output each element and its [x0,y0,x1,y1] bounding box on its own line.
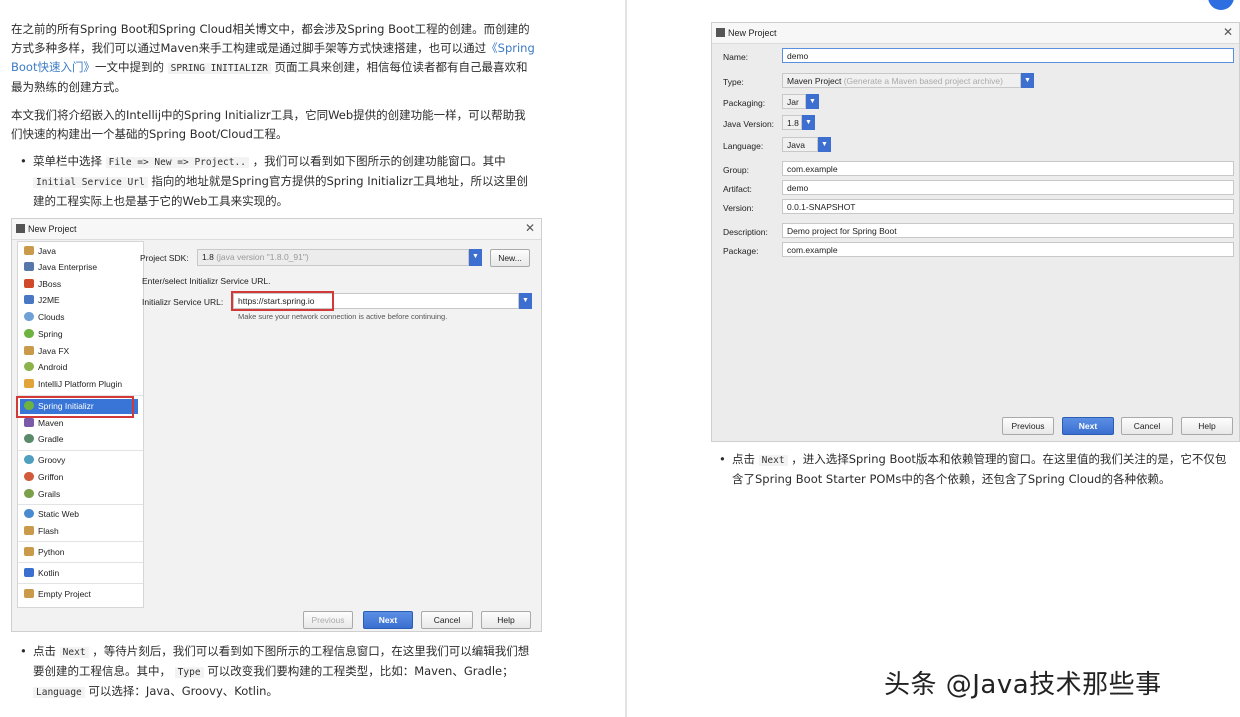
list-item-kotlin[interactable]: Kotlin [20,566,138,581]
chevron-down-icon[interactable]: ▼ [802,115,815,130]
maven-icon [24,418,34,427]
folder-icon [24,246,34,255]
plugin-icon [24,379,34,388]
previous-button[interactable]: Previous [1002,417,1054,435]
dialog-titlebar: New Project ✕ [12,219,541,240]
menu-path-code: File => New => Project.. [105,157,249,168]
cancel-button[interactable]: Cancel [1121,417,1173,435]
next-button[interactable]: Next [363,611,413,629]
watermark-text: 头条 @Java技术那些事 [884,670,1162,700]
initializr-code: SPRING INITIALIZR [167,63,271,74]
cloud-icon [24,312,34,321]
project-sdk-label: Project SDK: [140,253,189,263]
list-item-groovy[interactable]: Groovy [20,453,138,468]
grails-icon [24,489,34,498]
list-item-gradle[interactable]: Gradle [20,432,138,447]
list-item-griffon[interactable]: Griffon [20,470,138,485]
service-url-label: Initializr Service URL: [142,297,224,307]
folder-icon [24,526,34,535]
new-sdk-button[interactable]: New... [490,249,530,267]
kotlin-icon [24,568,34,577]
folder-icon [24,346,34,355]
bullet-select-version: • 点击 Next ，进入选择Spring Boot版本和依赖管理的窗口。在这里… [719,452,1227,486]
list-item-j2me[interactable]: J2ME [20,293,138,308]
list-item-spring[interactable]: Spring [20,327,138,342]
dialog-titlebar: New Project ✕ [712,23,1239,44]
bullet-file-new: • 菜单栏中选择 File => New => Project.. ，我们可以看… [20,154,528,208]
intellij-icon [716,28,725,37]
folder-icon [24,589,34,598]
list-item-clouds[interactable]: Clouds [20,310,138,325]
list-item-java-enterprise[interactable]: Java Enterprise [20,260,138,275]
list-item-java[interactable]: Java [20,244,138,259]
griffon-icon [24,472,34,481]
chevron-down-icon[interactable]: ▼ [806,94,819,109]
spring-leaf-icon [24,329,34,338]
previous-button[interactable]: Previous [303,611,353,629]
highlight-box-spring-initializr [16,396,134,418]
second-paragraph: 本文我们将介绍嵌入的Intellij中的Spring Initializr工具，… [11,108,526,141]
language-select[interactable]: Java [782,137,818,152]
project-type-list: Java Java Enterprise JBoss J2ME Clouds S… [17,241,144,608]
intro-text-2: 一文中提到的 [94,60,164,74]
bullet-next-step: • 点击 Next ，等待片刻后，我们可以看到如下图所示的工程信息窗口，在这里我… [20,644,530,698]
network-hint: Make sure your network connection is act… [238,312,448,321]
chevron-down-icon[interactable]: ▼ [519,293,532,309]
chevron-down-icon[interactable]: ▼ [469,249,482,266]
list-item-flash[interactable]: Flash [20,524,138,539]
description-input[interactable]: Demo project for Spring Boot [782,223,1234,238]
scroll-top-icon[interactable] [1208,0,1234,10]
j2me-icon [24,295,34,304]
project-sdk-select[interactable]: 1.8 (java version "1.8.0_91") [197,249,469,266]
close-icon[interactable]: ✕ [1223,25,1233,39]
help-button[interactable]: Help [481,611,531,629]
list-item-empty-project[interactable]: Empty Project [20,587,138,602]
groovy-icon [24,455,34,464]
gradle-icon [24,434,34,443]
new-project-dialog-initializr: New Project ✕ Java Java Enterprise JBoss… [11,218,542,632]
intellij-icon [16,224,25,233]
intro-paragraph: 在之前的所有Spring Boot和Spring Cloud相关博文中，都会涉及… [11,20,536,97]
new-project-dialog-metadata: New Project ✕ Name: demo Type: Maven Pro… [711,22,1240,442]
chevron-down-icon[interactable]: ▼ [1021,73,1034,88]
java-version-select[interactable]: 1.8 [782,115,802,130]
list-item-maven[interactable]: Maven [20,416,138,431]
service-url-code: Initial Service Url [33,177,148,188]
chevron-down-icon[interactable]: ▼ [818,137,831,152]
dialog-title: New Project [728,28,777,38]
jboss-icon [24,279,34,288]
artifact-input[interactable]: demo [782,180,1234,195]
close-icon[interactable]: ✕ [525,221,535,235]
version-input[interactable]: 0.0.1-SNAPSHOT [782,199,1234,214]
list-item-jboss[interactable]: JBoss [20,277,138,292]
android-icon [24,362,34,371]
cancel-button[interactable]: Cancel [421,611,473,629]
highlight-box-url [231,291,334,311]
enter-select-label: Enter/select Initializr Service URL. [142,276,271,286]
name-input[interactable]: demo [782,48,1234,63]
list-item-static-web[interactable]: Static Web [20,507,138,522]
left-article-page: 在之前的所有Spring Boot和Spring Cloud相关博文中，都会涉及… [0,0,626,717]
list-item-python[interactable]: Python [20,545,138,560]
intro-text-1: 在之前的所有Spring Boot和Spring Cloud相关博文中，都会涉及… [11,22,530,55]
help-button[interactable]: Help [1181,417,1233,435]
type-select[interactable]: Maven Project (Generate a Maven based pr… [782,73,1021,88]
folder-icon [24,547,34,556]
group-input[interactable]: com.example [782,161,1234,176]
globe-icon [24,509,34,518]
package-input[interactable]: com.example [782,242,1234,257]
dialog-title: New Project [28,224,77,234]
enterprise-icon [24,262,34,271]
list-item-grails[interactable]: Grails [20,487,138,502]
next-button[interactable]: Next [1062,417,1114,435]
list-item-intellij-plugin[interactable]: IntelliJ Platform Plugin [20,377,138,392]
packaging-select[interactable]: Jar [782,94,806,109]
right-article-page: New Project ✕ Name: demo Type: Maven Pro… [627,0,1240,717]
list-item-javafx[interactable]: Java FX [20,344,138,359]
list-item-android[interactable]: Android [20,360,138,375]
